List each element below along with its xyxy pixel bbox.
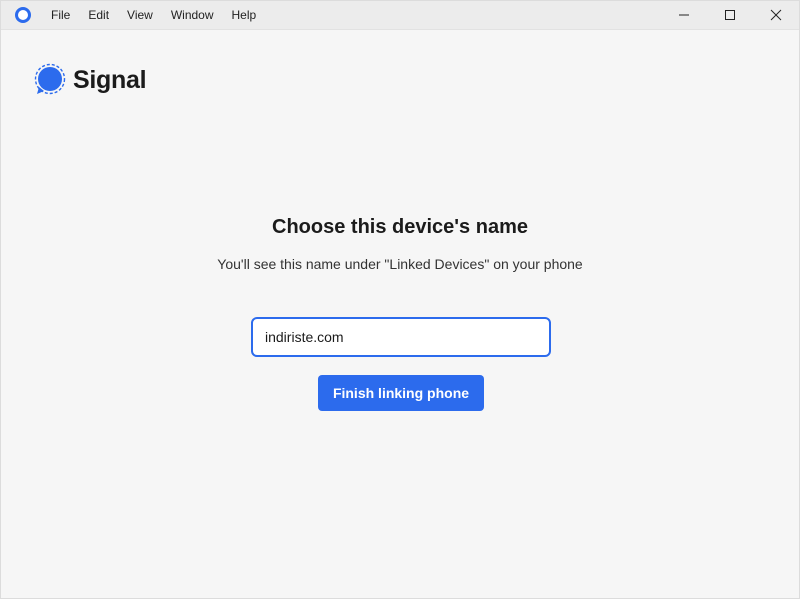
signal-logo-icon xyxy=(33,63,67,97)
minimize-icon xyxy=(679,14,689,16)
page-subtitle: You'll see this name under "Linked Devic… xyxy=(217,256,583,272)
page-title: Choose this device's name xyxy=(272,216,528,238)
maximize-button[interactable] xyxy=(707,1,753,29)
brand-name: Signal xyxy=(73,65,147,94)
window-controls xyxy=(661,1,799,29)
menu-help[interactable]: Help xyxy=(223,1,266,29)
maximize-icon xyxy=(725,10,735,20)
device-name-panel: Choose this device's name You'll see thi… xyxy=(1,211,799,273)
close-button[interactable] xyxy=(753,1,799,29)
menu-file[interactable]: File xyxy=(42,1,79,29)
signal-app-icon xyxy=(14,6,32,24)
signal-brand: Signal xyxy=(33,63,147,97)
menu-bar: File Edit View Window Help xyxy=(42,1,265,29)
menu-window[interactable]: Window xyxy=(162,1,223,29)
menu-view[interactable]: View xyxy=(118,1,162,29)
close-icon xyxy=(770,9,782,21)
device-name-input[interactable] xyxy=(251,317,551,357)
title-bar: File Edit View Window Help xyxy=(1,1,799,30)
menu-edit[interactable]: Edit xyxy=(79,1,118,29)
app-window: File Edit View Window Help Signal Choose… xyxy=(0,0,800,599)
minimize-button[interactable] xyxy=(661,1,707,29)
finish-linking-button[interactable]: Finish linking phone xyxy=(318,375,484,411)
